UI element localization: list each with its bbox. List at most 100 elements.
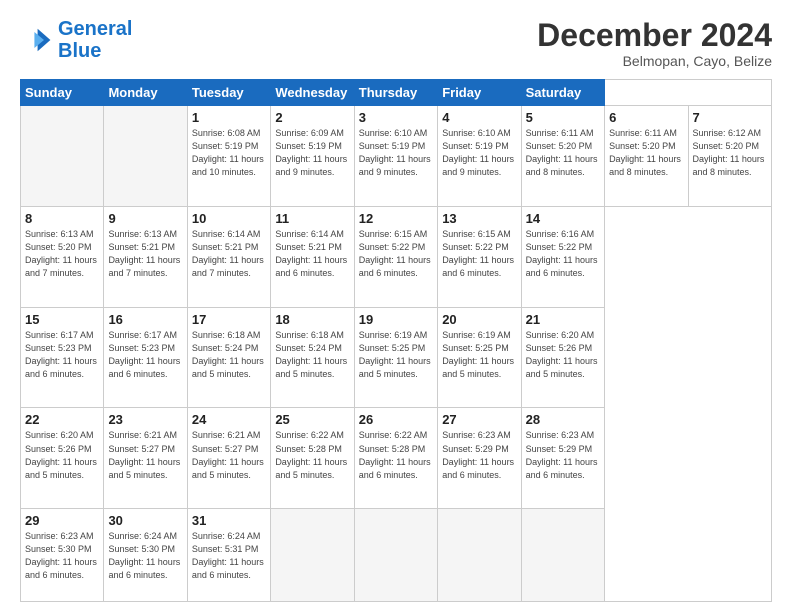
day-info: Sunrise: 6:24 AMSunset: 5:31 PMDaylight:… bbox=[192, 531, 264, 580]
day-number: 11 bbox=[275, 211, 349, 226]
calendar-cell: 12 Sunrise: 6:15 AMSunset: 5:22 PMDaylig… bbox=[354, 206, 437, 307]
day-number: 29 bbox=[25, 513, 99, 528]
calendar-cell bbox=[354, 509, 437, 602]
day-number: 8 bbox=[25, 211, 99, 226]
calendar-cell: 7 Sunrise: 6:12 AMSunset: 5:20 PMDayligh… bbox=[688, 106, 772, 207]
day-info: Sunrise: 6:12 AMSunset: 5:20 PMDaylight:… bbox=[693, 128, 765, 177]
day-info: Sunrise: 6:19 AMSunset: 5:25 PMDaylight:… bbox=[359, 330, 431, 379]
calendar-cell: 25 Sunrise: 6:22 AMSunset: 5:28 PMDaylig… bbox=[271, 408, 354, 509]
calendar-cell: 8 Sunrise: 6:13 AMSunset: 5:20 PMDayligh… bbox=[21, 206, 104, 307]
day-info: Sunrise: 6:15 AMSunset: 5:22 PMDaylight:… bbox=[442, 229, 514, 278]
day-info: Sunrise: 6:15 AMSunset: 5:22 PMDaylight:… bbox=[359, 229, 431, 278]
day-number: 12 bbox=[359, 211, 433, 226]
day-number: 25 bbox=[275, 412, 349, 427]
calendar-cell bbox=[21, 106, 104, 207]
calendar-cell bbox=[271, 509, 354, 602]
day-number: 5 bbox=[526, 110, 600, 125]
day-info: Sunrise: 6:08 AMSunset: 5:19 PMDaylight:… bbox=[192, 128, 264, 177]
calendar-cell: 6 Sunrise: 6:11 AMSunset: 5:20 PMDayligh… bbox=[605, 106, 688, 207]
page: General Blue December 2024 Belmopan, Cay… bbox=[0, 0, 792, 612]
day-info: Sunrise: 6:24 AMSunset: 5:30 PMDaylight:… bbox=[108, 531, 180, 580]
calendar-cell: 3 Sunrise: 6:10 AMSunset: 5:19 PMDayligh… bbox=[354, 106, 437, 207]
calendar-cell bbox=[438, 509, 521, 602]
day-info: Sunrise: 6:17 AMSunset: 5:23 PMDaylight:… bbox=[25, 330, 97, 379]
location-subtitle: Belmopan, Cayo, Belize bbox=[537, 53, 772, 69]
calendar-cell: 30 Sunrise: 6:24 AMSunset: 5:30 PMDaylig… bbox=[104, 509, 187, 602]
calendar-cell: 17 Sunrise: 6:18 AMSunset: 5:24 PMDaylig… bbox=[187, 307, 270, 408]
calendar-cell: 15 Sunrise: 6:17 AMSunset: 5:23 PMDaylig… bbox=[21, 307, 104, 408]
header: General Blue December 2024 Belmopan, Cay… bbox=[20, 18, 772, 69]
weekday-header: Thursday bbox=[354, 80, 437, 106]
day-number: 3 bbox=[359, 110, 433, 125]
calendar-cell: 5 Sunrise: 6:11 AMSunset: 5:20 PMDayligh… bbox=[521, 106, 604, 207]
weekday-header: Monday bbox=[104, 80, 187, 106]
day-info: Sunrise: 6:21 AMSunset: 5:27 PMDaylight:… bbox=[192, 430, 264, 479]
calendar-table: SundayMondayTuesdayWednesdayThursdayFrid… bbox=[20, 79, 772, 602]
title-block: December 2024 Belmopan, Cayo, Belize bbox=[537, 18, 772, 69]
day-number: 19 bbox=[359, 312, 433, 327]
day-info: Sunrise: 6:22 AMSunset: 5:28 PMDaylight:… bbox=[359, 430, 431, 479]
day-number: 4 bbox=[442, 110, 516, 125]
calendar-cell: 10 Sunrise: 6:14 AMSunset: 5:21 PMDaylig… bbox=[187, 206, 270, 307]
calendar-cell: 14 Sunrise: 6:16 AMSunset: 5:22 PMDaylig… bbox=[521, 206, 604, 307]
day-number: 30 bbox=[108, 513, 182, 528]
weekday-header: Friday bbox=[438, 80, 521, 106]
day-info: Sunrise: 6:20 AMSunset: 5:26 PMDaylight:… bbox=[526, 330, 598, 379]
day-info: Sunrise: 6:09 AMSunset: 5:19 PMDaylight:… bbox=[275, 128, 347, 177]
calendar-cell bbox=[521, 509, 604, 602]
day-number: 2 bbox=[275, 110, 349, 125]
day-number: 15 bbox=[25, 312, 99, 327]
day-number: 14 bbox=[526, 211, 600, 226]
calendar-cell: 4 Sunrise: 6:10 AMSunset: 5:19 PMDayligh… bbox=[438, 106, 521, 207]
day-number: 26 bbox=[359, 412, 433, 427]
day-number: 20 bbox=[442, 312, 516, 327]
day-info: Sunrise: 6:13 AMSunset: 5:21 PMDaylight:… bbox=[108, 229, 180, 278]
weekday-header: Sunday bbox=[21, 80, 104, 106]
calendar-cell: 9 Sunrise: 6:13 AMSunset: 5:21 PMDayligh… bbox=[104, 206, 187, 307]
day-number: 16 bbox=[108, 312, 182, 327]
day-info: Sunrise: 6:14 AMSunset: 5:21 PMDaylight:… bbox=[192, 229, 264, 278]
day-info: Sunrise: 6:18 AMSunset: 5:24 PMDaylight:… bbox=[275, 330, 347, 379]
day-number: 13 bbox=[442, 211, 516, 226]
day-info: Sunrise: 6:13 AMSunset: 5:20 PMDaylight:… bbox=[25, 229, 97, 278]
day-info: Sunrise: 6:16 AMSunset: 5:22 PMDaylight:… bbox=[526, 229, 598, 278]
day-number: 31 bbox=[192, 513, 266, 528]
day-info: Sunrise: 6:21 AMSunset: 5:27 PMDaylight:… bbox=[108, 430, 180, 479]
calendar-cell: 29 Sunrise: 6:23 AMSunset: 5:30 PMDaylig… bbox=[21, 509, 104, 602]
day-info: Sunrise: 6:14 AMSunset: 5:21 PMDaylight:… bbox=[275, 229, 347, 278]
day-number: 24 bbox=[192, 412, 266, 427]
day-info: Sunrise: 6:10 AMSunset: 5:19 PMDaylight:… bbox=[442, 128, 514, 177]
day-number: 27 bbox=[442, 412, 516, 427]
month-title: December 2024 bbox=[537, 18, 772, 53]
day-number: 17 bbox=[192, 312, 266, 327]
calendar-cell: 18 Sunrise: 6:18 AMSunset: 5:24 PMDaylig… bbox=[271, 307, 354, 408]
weekday-header: Saturday bbox=[521, 80, 604, 106]
day-info: Sunrise: 6:19 AMSunset: 5:25 PMDaylight:… bbox=[442, 330, 514, 379]
calendar-cell: 27 Sunrise: 6:23 AMSunset: 5:29 PMDaylig… bbox=[438, 408, 521, 509]
calendar-cell: 23 Sunrise: 6:21 AMSunset: 5:27 PMDaylig… bbox=[104, 408, 187, 509]
calendar-cell: 20 Sunrise: 6:19 AMSunset: 5:25 PMDaylig… bbox=[438, 307, 521, 408]
logo-icon bbox=[20, 24, 52, 56]
day-info: Sunrise: 6:11 AMSunset: 5:20 PMDaylight:… bbox=[609, 128, 681, 177]
day-info: Sunrise: 6:10 AMSunset: 5:19 PMDaylight:… bbox=[359, 128, 431, 177]
day-info: Sunrise: 6:23 AMSunset: 5:29 PMDaylight:… bbox=[442, 430, 514, 479]
weekday-header: Wednesday bbox=[271, 80, 354, 106]
day-info: Sunrise: 6:20 AMSunset: 5:26 PMDaylight:… bbox=[25, 430, 97, 479]
day-number: 10 bbox=[192, 211, 266, 226]
calendar-cell: 22 Sunrise: 6:20 AMSunset: 5:26 PMDaylig… bbox=[21, 408, 104, 509]
calendar-cell: 24 Sunrise: 6:21 AMSunset: 5:27 PMDaylig… bbox=[187, 408, 270, 509]
day-info: Sunrise: 6:22 AMSunset: 5:28 PMDaylight:… bbox=[275, 430, 347, 479]
day-number: 1 bbox=[192, 110, 266, 125]
day-number: 18 bbox=[275, 312, 349, 327]
calendar-cell bbox=[104, 106, 187, 207]
day-number: 28 bbox=[526, 412, 600, 427]
calendar-cell: 28 Sunrise: 6:23 AMSunset: 5:29 PMDaylig… bbox=[521, 408, 604, 509]
day-info: Sunrise: 6:11 AMSunset: 5:20 PMDaylight:… bbox=[526, 128, 598, 177]
day-number: 22 bbox=[25, 412, 99, 427]
weekday-header: Tuesday bbox=[187, 80, 270, 106]
day-info: Sunrise: 6:23 AMSunset: 5:30 PMDaylight:… bbox=[25, 531, 97, 580]
day-number: 23 bbox=[108, 412, 182, 427]
day-number: 21 bbox=[526, 312, 600, 327]
calendar-cell: 21 Sunrise: 6:20 AMSunset: 5:26 PMDaylig… bbox=[521, 307, 604, 408]
calendar-cell: 31 Sunrise: 6:24 AMSunset: 5:31 PMDaylig… bbox=[187, 509, 270, 602]
